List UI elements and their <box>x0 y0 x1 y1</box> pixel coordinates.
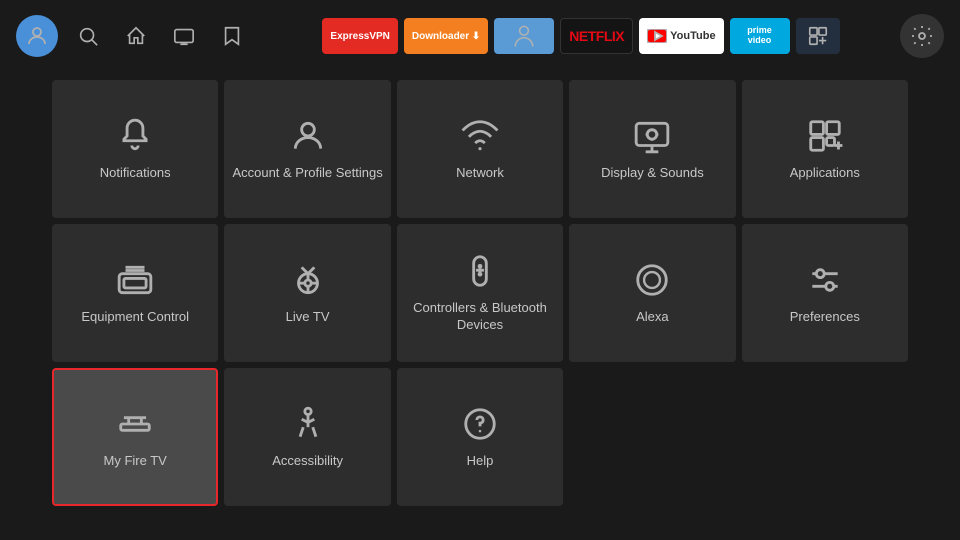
search-icon[interactable] <box>70 18 106 54</box>
live-tv-label: Live TV <box>286 309 330 326</box>
preferences-icon <box>806 261 844 299</box>
controllers-label: Controllers & Bluetooth Devices <box>405 300 555 334</box>
tile-notifications[interactable]: Notifications <box>52 80 218 218</box>
tile-applications[interactable]: Applications <box>742 80 908 218</box>
account-label: Account & Profile Settings <box>232 165 382 182</box>
topbar: ExpressVPN Downloader ⬇ NETFLIX YouTube … <box>0 0 960 72</box>
network-label: Network <box>456 165 504 182</box>
notifications-icon <box>116 117 154 155</box>
tile-accessibility[interactable]: Accessibility <box>224 368 390 506</box>
equipment-label: Equipment Control <box>81 309 189 326</box>
toca-shortcut[interactable] <box>494 18 554 54</box>
help-label: Help <box>467 453 494 470</box>
account-icon <box>289 117 327 155</box>
preferences-label: Preferences <box>790 309 860 326</box>
downloader-shortcut[interactable]: Downloader ⬇ <box>404 18 488 54</box>
youtube-shortcut[interactable]: YouTube <box>639 18 723 54</box>
network-icon <box>461 117 499 155</box>
my-fire-tv-icon <box>116 405 154 443</box>
nav-left <box>16 15 250 57</box>
tile-my-fire-tv[interactable]: My Fire TV <box>52 368 218 506</box>
accessibility-label: Accessibility <box>272 453 343 470</box>
tile-help[interactable]: Help <box>397 368 563 506</box>
settings-grid: Notifications Account & Profile Settings… <box>52 80 908 506</box>
display-label: Display & Sounds <box>601 165 704 182</box>
live-tv-icon <box>289 261 327 299</box>
avatar[interactable] <box>16 15 58 57</box>
tile-alexa[interactable]: Alexa <box>569 224 735 362</box>
tile-live-tv[interactable]: Live TV <box>224 224 390 362</box>
equipment-icon <box>116 261 154 299</box>
my-fire-tv-label: My Fire TV <box>104 453 167 470</box>
home-icon[interactable] <box>118 18 154 54</box>
tile-controllers[interactable]: Controllers & Bluetooth Devices <box>397 224 563 362</box>
tile-equipment[interactable]: Equipment Control <box>52 224 218 362</box>
controllers-icon <box>461 252 499 290</box>
tv-icon[interactable] <box>166 18 202 54</box>
applications-label: Applications <box>790 165 860 182</box>
tile-account[interactable]: Account & Profile Settings <box>224 80 390 218</box>
alexa-label: Alexa <box>636 309 669 326</box>
expressvpn-shortcut[interactable]: ExpressVPN <box>322 18 397 54</box>
accessibility-icon <box>289 405 327 443</box>
tile-network[interactable]: Network <box>397 80 563 218</box>
display-icon <box>633 117 671 155</box>
help-icon <box>461 405 499 443</box>
applications-icon <box>806 117 844 155</box>
appstore-shortcut[interactable] <box>796 18 840 54</box>
tile-display[interactable]: Display & Sounds <box>569 80 735 218</box>
alexa-icon <box>633 261 671 299</box>
app-shortcuts: ExpressVPN Downloader ⬇ NETFLIX YouTube … <box>274 18 888 54</box>
settings-main: Notifications Account & Profile Settings… <box>0 72 960 514</box>
primevideo-shortcut[interactable]: primevideo <box>730 18 790 54</box>
tile-preferences[interactable]: Preferences <box>742 224 908 362</box>
settings-button[interactable] <box>900 14 944 58</box>
bookmark-icon[interactable] <box>214 18 250 54</box>
notifications-label: Notifications <box>100 165 171 182</box>
netflix-shortcut[interactable]: NETFLIX <box>560 18 633 54</box>
